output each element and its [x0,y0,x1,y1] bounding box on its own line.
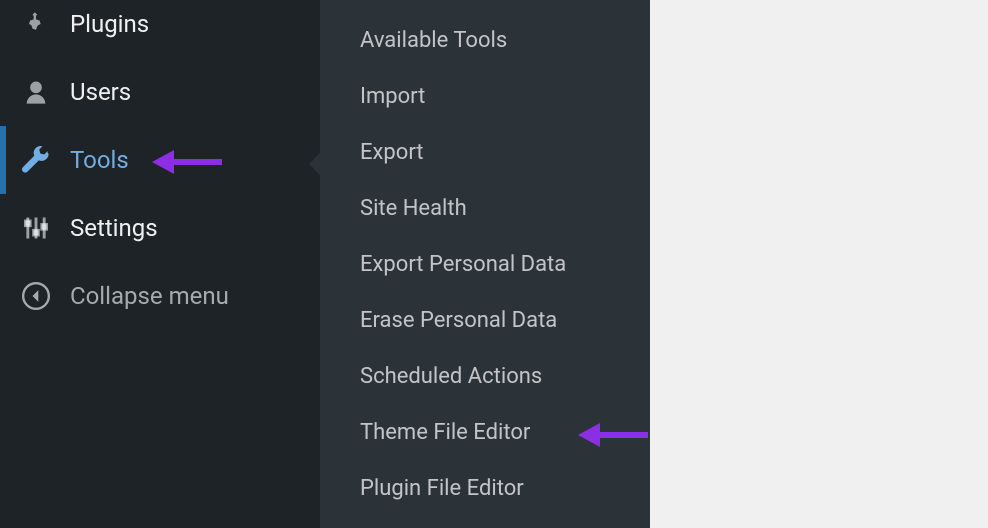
submenu-item-label: Theme File Editor [360,420,530,445]
submenu-item-scheduled-actions[interactable]: Scheduled Actions [320,348,650,404]
sidebar-item-users[interactable]: Users [0,58,320,126]
submenu-item-available-tools[interactable]: Available Tools [320,12,650,68]
submenu-item-label: Scheduled Actions [360,364,542,389]
submenu-item-plugin-file-editor[interactable]: Plugin File Editor [320,460,650,516]
sidebar-item-label: Plugins [70,10,149,38]
sidebar-item-tools[interactable]: Tools [0,126,320,194]
admin-sidebar: Plugins Users Tools Settings Collapse me… [0,0,320,528]
collapse-icon [22,282,50,310]
sidebar-item-plugins[interactable]: Plugins [0,0,320,58]
plugin-icon [22,10,50,38]
submenu-item-export-personal-data[interactable]: Export Personal Data [320,236,650,292]
submenu-item-theme-file-editor[interactable]: Theme File Editor [320,404,650,460]
submenu-item-label: Import [360,84,425,109]
submenu-item-label: Export Personal Data [360,252,566,277]
sidebar-item-label: Tools [70,146,129,174]
sidebar-item-label: Settings [70,214,158,242]
submenu-item-import[interactable]: Import [320,68,650,124]
users-icon [22,78,50,106]
submenu-item-label: Available Tools [360,28,507,53]
submenu-item-label: Export [360,140,424,165]
submenu-item-label: Site Health [360,196,467,221]
collapse-menu-button[interactable]: Collapse menu [0,262,320,330]
wrench-icon [22,146,50,174]
sidebar-item-settings[interactable]: Settings [0,194,320,262]
sidebar-item-label: Users [70,78,131,106]
sliders-icon [22,214,50,242]
submenu-item-site-health[interactable]: Site Health [320,180,650,236]
submenu-item-label: Erase Personal Data [360,308,557,333]
submenu-item-export[interactable]: Export [320,124,650,180]
collapse-menu-label: Collapse menu [70,282,229,310]
tools-submenu: Available Tools Import Export Site Healt… [320,0,650,528]
submenu-item-label: Plugin File Editor [360,476,524,501]
submenu-item-erase-personal-data[interactable]: Erase Personal Data [320,292,650,348]
